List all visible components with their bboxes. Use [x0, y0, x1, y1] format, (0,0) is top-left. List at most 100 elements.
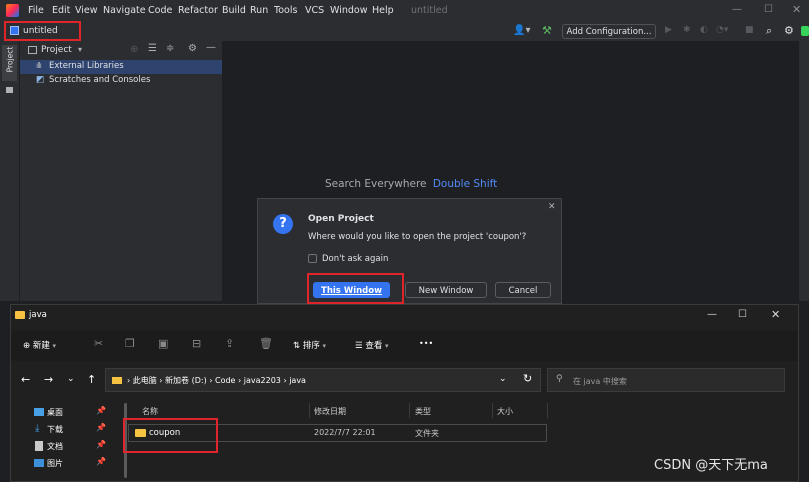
view-button[interactable]: ☰ 查看 ▾	[355, 339, 389, 351]
collapse-all-icon[interactable]: ≑	[166, 43, 174, 54]
path-this-pc[interactable]: 此电脑	[133, 376, 157, 385]
explorer-title: java	[29, 310, 47, 320]
chevron-down-icon[interactable]: ▾	[78, 45, 82, 54]
back-arrow-icon[interactable]: ←	[21, 373, 30, 386]
search-placeholder: 在 java 中搜索	[573, 377, 627, 386]
column-header-date[interactable]: 修改日期	[314, 406, 346, 417]
new-plus-icon: ⊕	[23, 341, 31, 351]
folder-title-icon	[15, 311, 25, 319]
column-header-size[interactable]: 大小	[497, 406, 513, 417]
column-divider	[309, 403, 310, 418]
refresh-icon[interactable]: ↻	[523, 372, 532, 385]
stop-icon[interactable]: ■	[745, 25, 754, 35]
hide-panel-icon[interactable]: —	[206, 42, 216, 53]
explorer-maximize-icon[interactable]: ☐	[738, 309, 747, 320]
menu-edit[interactable]: Edit	[52, 5, 70, 16]
menu-refactor[interactable]: Refactor	[178, 5, 218, 16]
explorer-minimize-icon[interactable]: —	[707, 309, 717, 320]
dont-ask-checkbox[interactable]	[308, 254, 317, 263]
menu-view[interactable]: View	[75, 5, 98, 16]
copy-icon[interactable]: ❐	[125, 337, 135, 350]
row-date: 2022/7/7 22:01	[314, 428, 376, 437]
recent-chevron-icon[interactable]: ⌄	[67, 374, 75, 384]
quick-access-documents[interactable]: 文档 📌	[33, 440, 113, 455]
locate-icon[interactable]: ⊕	[130, 44, 138, 55]
libraries-icon: ıllı	[36, 61, 42, 70]
debug-icon[interactable]: ✱	[683, 25, 691, 35]
toolbox-logo-icon[interactable]	[801, 26, 809, 36]
search-icon[interactable]: ⌕	[766, 24, 772, 38]
rename-icon[interactable]: ⊟	[192, 337, 201, 350]
menu-build[interactable]: Build	[222, 5, 246, 16]
document-icon	[35, 441, 43, 451]
quick-access-downloads[interactable]: ⤓ 下载 📌	[33, 423, 113, 438]
menu-tools[interactable]: Tools	[274, 5, 297, 16]
dialog-title: Open Project	[308, 214, 374, 224]
new-label: 新建	[32, 341, 50, 351]
menu-vcs[interactable]: VCS	[305, 5, 324, 16]
hammer-icon[interactable]: ⚒	[542, 24, 552, 37]
menu-help[interactable]: Help	[372, 5, 394, 16]
desktop-icon	[34, 408, 44, 416]
profile-icon[interactable]: ◔▾	[716, 25, 728, 35]
column-header-name[interactable]: 名称	[142, 406, 158, 417]
pictures-label: 图片	[47, 459, 63, 468]
view-icon: ☰	[355, 341, 363, 351]
column-header-type[interactable]: 类型	[415, 406, 431, 417]
menu-file[interactable]: File	[28, 5, 44, 16]
path-java2203[interactable]: java2203	[244, 376, 281, 385]
address-folder-icon	[112, 377, 122, 384]
forward-arrow-icon[interactable]: →	[44, 373, 53, 386]
delete-icon[interactable]: 🗑	[259, 337, 273, 350]
up-arrow-icon[interactable]: ↑	[87, 373, 96, 386]
path-code[interactable]: Code	[215, 376, 235, 385]
paste-icon[interactable]: ▣	[158, 337, 168, 350]
pictures-icon	[34, 459, 44, 467]
expand-all-icon[interactable]: ☰	[148, 43, 157, 54]
menu-navigate[interactable]: Navigate	[103, 5, 146, 16]
menu-code[interactable]: Code	[148, 5, 172, 16]
close-icon[interactable]: ✕	[792, 3, 801, 16]
menu-bar: File Edit View Navigate Code Refactor Bu…	[0, 0, 809, 22]
settings-gear-icon[interactable]: ⚙	[784, 24, 794, 37]
cut-icon[interactable]: ✂	[94, 337, 103, 350]
options-gear-icon[interactable]: ⚙	[188, 43, 197, 54]
maximize-icon[interactable]: ☐	[764, 4, 773, 15]
sort-icon: ⇅	[293, 341, 301, 351]
run-icon[interactable]: ▶	[665, 25, 672, 35]
sort-button[interactable]: ⇅ 排序 ▾	[293, 339, 326, 351]
user-icon[interactable]: 👤▾	[513, 25, 530, 36]
minimize-icon[interactable]: —	[732, 4, 742, 15]
new-chevron-icon: ▾	[52, 342, 57, 350]
new-window-button[interactable]: New Window	[405, 282, 487, 298]
menu-run[interactable]: Run	[250, 5, 268, 16]
view-label: 查看	[365, 341, 383, 351]
project-view-dropdown[interactable]: Project	[41, 45, 72, 55]
quick-access-desktop[interactable]: 桌面 📌	[33, 406, 113, 421]
tree-label-scratches: Scratches and Consoles	[49, 75, 151, 85]
quick-access-pictures[interactable]: 图片 📌	[33, 457, 113, 472]
documents-label: 文档	[47, 442, 63, 451]
dialog-close-icon[interactable]: ✕	[548, 202, 556, 212]
search-everywhere-hint: Search Everywhere Double Shift	[325, 178, 497, 190]
add-configuration-button[interactable]: Add Configuration...	[562, 24, 656, 39]
project-panel-icon	[28, 46, 37, 54]
download-icon: ⤓	[35, 423, 40, 434]
more-options-button[interactable]: •••	[419, 339, 433, 348]
folder-tool-icon[interactable]	[6, 87, 13, 93]
path-drive[interactable]: 新加卷 (D:)	[165, 376, 207, 385]
menu-window[interactable]: Window	[330, 5, 367, 16]
explorer-close-icon[interactable]: ✕	[771, 308, 780, 321]
share-icon[interactable]: ⇪	[225, 337, 234, 350]
search-everywhere-shortcut: Double Shift	[432, 178, 498, 190]
column-divider	[409, 403, 410, 418]
path-java[interactable]: java	[289, 376, 306, 385]
pin-icon: 📌	[96, 406, 106, 415]
dialog-message: Where would you like to open the project…	[308, 232, 527, 242]
address-chevron-icon[interactable]: ⌄	[499, 374, 507, 384]
cancel-button[interactable]: Cancel	[495, 282, 551, 298]
window-title: untitled	[411, 5, 448, 16]
coverage-icon[interactable]: ◐	[700, 25, 708, 35]
breadcrumb-path: › 此电脑 › 新加卷 (D:) › Code › java2203 › jav…	[127, 375, 306, 386]
new-button[interactable]: ⊕ 新建 ▾	[23, 339, 56, 351]
